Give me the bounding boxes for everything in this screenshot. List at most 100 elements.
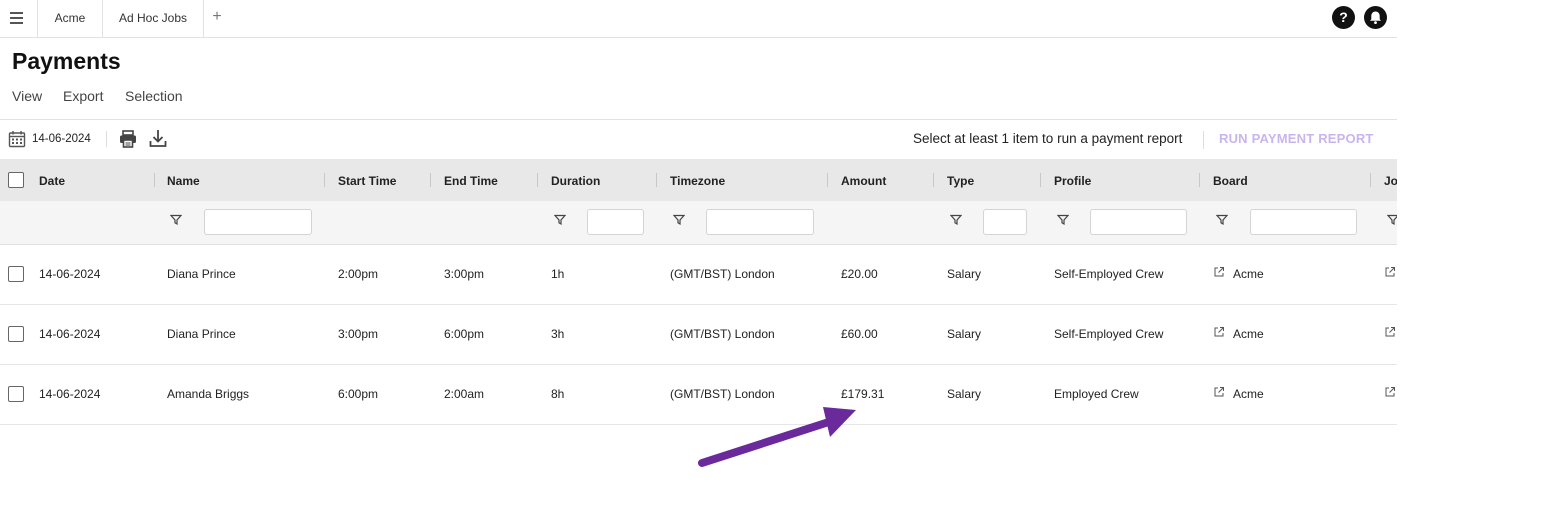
filter-icon[interactable] (1387, 214, 1397, 226)
column-separator[interactable] (1370, 173, 1371, 187)
page-title: Payments (12, 48, 121, 74)
column-separator[interactable] (537, 173, 538, 187)
filter-icon[interactable] (1216, 214, 1228, 226)
column-separator[interactable] (827, 173, 828, 187)
column-separator[interactable] (1199, 173, 1200, 187)
cell-type: Salary (947, 267, 982, 281)
cell-timezone: (GMT/BST) London (670, 387, 775, 401)
table-row[interactable]: 14-06-2024 Diana Prince 2:00pm 3:00pm 1h… (0, 245, 1397, 305)
column-separator[interactable] (656, 173, 657, 187)
filter-icon[interactable] (673, 214, 685, 226)
cell-type: Salary (947, 327, 982, 341)
toolbar-separator (106, 131, 107, 147)
menu-view[interactable]: View (12, 88, 42, 104)
column-separator[interactable] (324, 173, 325, 187)
filter-icon[interactable] (170, 214, 182, 226)
column-header-amount[interactable]: Amount (841, 174, 886, 188)
cell-board[interactable]: Acme (1233, 327, 1264, 341)
table-row[interactable]: 14-06-2024 Diana Prince 3:00pm 6:00pm 3h… (0, 305, 1397, 365)
tab-ad-hoc-jobs[interactable]: Ad Hoc Jobs (103, 0, 204, 38)
row-checkbox[interactable] (8, 266, 24, 282)
cell-type: Salary (947, 387, 982, 401)
cell-duration: 3h (551, 327, 565, 341)
cell-amount: £60.00 (841, 327, 878, 341)
cell-profile: Employed Crew (1054, 387, 1139, 401)
external-link-icon[interactable] (1213, 266, 1225, 278)
row-checkbox[interactable] (8, 326, 24, 342)
column-header-end-time[interactable]: End Time (444, 174, 498, 188)
board-filter-input[interactable] (1250, 209, 1357, 235)
column-separator[interactable] (154, 173, 155, 187)
column-header-name[interactable]: Name (167, 174, 200, 188)
hamburger-menu-icon[interactable] (0, 0, 38, 38)
external-link-icon[interactable] (1213, 386, 1225, 398)
filter-icon[interactable] (554, 214, 566, 226)
cell-duration: 1h (551, 267, 565, 281)
toolbar-divider (0, 119, 1397, 120)
print-icon[interactable] (118, 129, 138, 154)
filter-icon[interactable] (1057, 214, 1069, 226)
question-icon[interactable]: ? (1332, 6, 1355, 29)
external-link-icon[interactable] (1213, 326, 1225, 338)
external-link-icon[interactable] (1384, 266, 1396, 278)
filter-row (0, 201, 1397, 245)
app-window: Acme Ad Hoc Jobs + ? Payments View Expor… (0, 0, 1397, 528)
cell-timezone: (GMT/BST) London (670, 327, 775, 341)
filter-icon[interactable] (950, 214, 962, 226)
timezone-filter-input[interactable] (706, 209, 814, 235)
column-header-duration[interactable]: Duration (551, 174, 600, 188)
external-link-icon[interactable] (1384, 326, 1396, 338)
row-checkbox[interactable] (8, 386, 24, 402)
column-header-type[interactable]: Type (947, 174, 974, 188)
cell-name: Amanda Briggs (167, 387, 250, 401)
menu-selection[interactable]: Selection (125, 88, 183, 104)
select-all-checkbox[interactable] (8, 172, 24, 188)
duration-filter-input[interactable] (587, 209, 644, 235)
cell-name: Diana Prince (167, 327, 236, 341)
cell-date: 14-06-2024 (39, 327, 101, 341)
column-separator[interactable] (430, 173, 431, 187)
run-payment-report-button[interactable]: RUN PAYMENT REPORT (1219, 131, 1374, 146)
cell-end-time: 3:00pm (444, 267, 485, 281)
bell-icon[interactable] (1364, 6, 1387, 29)
name-filter-input[interactable] (204, 209, 312, 235)
external-link-icon[interactable] (1384, 386, 1396, 398)
add-tab-button[interactable]: + (210, 8, 224, 26)
cell-name: Diana Prince (167, 267, 236, 281)
cell-start-time: 2:00pm (338, 267, 379, 281)
cell-amount: £179.31 (841, 387, 885, 401)
selected-date[interactable]: 14-06-2024 (32, 133, 91, 145)
toolbar-separator-right (1203, 131, 1204, 149)
cell-duration: 8h (551, 387, 565, 401)
cell-date: 14-06-2024 (39, 267, 101, 281)
cell-start-time: 6:00pm (338, 387, 379, 401)
cell-amount: £20.00 (841, 267, 878, 281)
top-tab-bar: Acme Ad Hoc Jobs + ? (0, 0, 1397, 38)
cell-timezone: (GMT/BST) London (670, 267, 775, 281)
column-header-date[interactable]: Date (39, 174, 65, 188)
download-icon[interactable] (148, 128, 168, 153)
cell-board[interactable]: Acme (1233, 267, 1264, 281)
column-header-start-time[interactable]: Start Time (338, 174, 396, 188)
column-header-timezone[interactable]: Timezone (670, 174, 725, 188)
annotation-arrow-icon (698, 407, 856, 467)
column-header-board[interactable]: Board (1213, 174, 1248, 188)
type-filter-input[interactable] (983, 209, 1027, 235)
report-hint-text: Select at least 1 item to run a payment … (913, 131, 1183, 146)
column-separator[interactable] (1040, 173, 1041, 187)
table-header: Date Name Start Time End Time Duration T… (0, 159, 1397, 201)
cell-end-time: 2:00am (444, 387, 485, 401)
tab-acme[interactable]: Acme (38, 0, 103, 38)
cell-profile: Self-Employed Crew (1054, 327, 1164, 341)
cell-start-time: 3:00pm (338, 327, 379, 341)
calendar-icon[interactable] (8, 130, 26, 150)
column-separator[interactable] (933, 173, 934, 187)
cell-date: 14-06-2024 (39, 387, 101, 401)
cell-board[interactable]: Acme (1233, 387, 1264, 401)
cell-end-time: 6:00pm (444, 327, 485, 341)
column-header-profile[interactable]: Profile (1054, 174, 1091, 188)
menu-export[interactable]: Export (63, 88, 103, 104)
column-header-job[interactable]: Jo (1384, 174, 1397, 188)
profile-filter-input[interactable] (1090, 209, 1187, 235)
cell-profile: Self-Employed Crew (1054, 267, 1164, 281)
